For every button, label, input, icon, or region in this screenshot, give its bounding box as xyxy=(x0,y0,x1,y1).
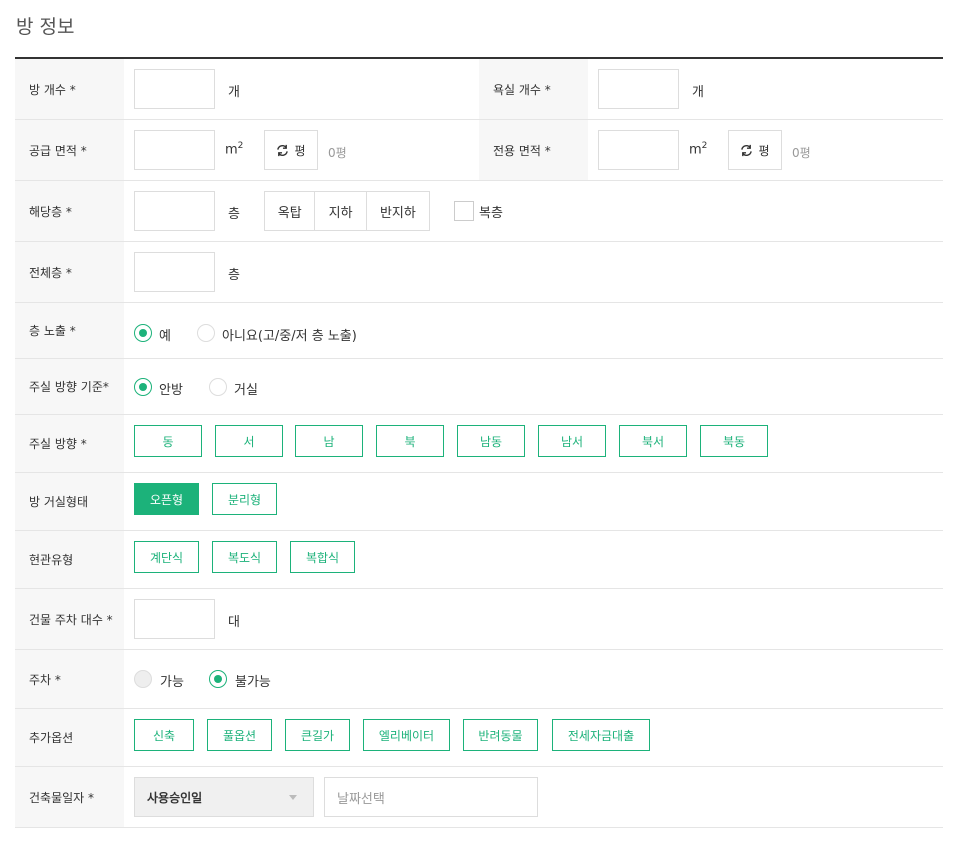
floor-exposure-label: 층 노출 * xyxy=(15,303,124,358)
floor-exposure-no-radio[interactable] xyxy=(197,324,215,342)
row-build-date: 건축물일자 * 사용승인일 날짜선택 xyxy=(15,767,943,828)
total-floors-unit: 층 xyxy=(228,268,240,283)
exclusive-area-pyeong: 0평 xyxy=(792,146,811,160)
direction-basis-living-radio[interactable] xyxy=(209,378,227,396)
direction-southwest-button[interactable]: 남서 xyxy=(538,425,606,457)
build-date-type-select[interactable]: 사용승인일 xyxy=(134,777,314,817)
row-total-floors: 전체층 * 층 xyxy=(15,242,943,303)
floor-exposure-yes-label: 예 xyxy=(159,329,171,344)
row-entrance-type: 현관유형 계단식 복도식 복합식 xyxy=(15,531,943,589)
floor-option-semi-basement[interactable]: 반지하 xyxy=(367,192,429,230)
direction-basis-living-label: 거실 xyxy=(234,383,258,398)
floor-type-segment: 옥탑 지하 반지하 xyxy=(264,191,430,231)
room-type-separate-button[interactable]: 분리형 xyxy=(212,483,277,515)
room-info-form: 방 정보 방 개수 * 개 욕실 개수 * 개 공급 면적 * m2 평 0평 … xyxy=(0,0,961,849)
direction-basis-master-label: 안방 xyxy=(159,383,183,398)
entrance-stair-button[interactable]: 계단식 xyxy=(134,541,199,573)
supply-area-unit: m2 xyxy=(225,141,244,158)
room-count-unit: 개 xyxy=(228,85,240,100)
direction-southeast-button[interactable]: 남동 xyxy=(457,425,525,457)
duplex-checkbox[interactable] xyxy=(454,201,474,221)
refresh-icon xyxy=(741,144,753,156)
entrance-type-label: 현관유형 xyxy=(15,531,124,588)
floor-exposure-no-label: 아니요(고/중/저 층 노출) xyxy=(222,329,357,344)
convert-label: 평 xyxy=(294,143,306,158)
row-room-type: 방 거실형태 오픈형 분리형 xyxy=(15,473,943,531)
entrance-corridor-button[interactable]: 복도식 xyxy=(212,541,277,573)
floor-unit: 층 xyxy=(228,207,240,222)
room-count-input[interactable] xyxy=(134,69,215,109)
direction-north-button[interactable]: 북 xyxy=(376,425,444,457)
row-parking: 주차 * 가능 불가능 xyxy=(15,650,943,709)
option-jeonse-loan-button[interactable]: 전세자금대출 xyxy=(552,719,650,751)
parking-label: 주차 * xyxy=(15,650,124,708)
direction-label: 주실 방향 * xyxy=(15,415,124,472)
supply-area-input[interactable] xyxy=(134,130,215,170)
floor-option-basement[interactable]: 지하 xyxy=(315,192,367,230)
build-date-label: 건축물일자 * xyxy=(15,767,124,827)
parking-count-label: 건물 주차 대수 * xyxy=(15,589,124,649)
floor-input[interactable] xyxy=(134,191,215,231)
row-floor-exposure: 층 노출 * 예 아니요(고/중/저 층 노출) xyxy=(15,303,943,359)
row-direction: 주실 방향 * 동 서 남 북 남동 남서 북서 북동 xyxy=(15,415,943,473)
floor-option-rooftop[interactable]: 옥탑 xyxy=(265,192,316,230)
supply-area-pyeong: 0평 xyxy=(328,146,347,160)
parking-count-input[interactable] xyxy=(134,599,215,639)
build-date-type-value: 사용승인일 xyxy=(147,790,203,805)
bath-count-input[interactable] xyxy=(598,69,679,109)
convert-label: 평 xyxy=(758,143,770,158)
option-main-road-button[interactable]: 큰길가 xyxy=(285,719,350,751)
parking-count-unit: 대 xyxy=(228,615,240,630)
floor-exposure-yes-radio[interactable] xyxy=(134,324,152,342)
floor-label: 해당층 * xyxy=(15,181,124,241)
supply-area-label: 공급 면적 * xyxy=(15,120,124,180)
parking-no-radio[interactable] xyxy=(209,670,227,688)
supply-area-convert-button[interactable]: 평 xyxy=(264,130,318,170)
parking-yes-label: 가능 xyxy=(160,675,184,690)
direction-south-button[interactable]: 남 xyxy=(295,425,363,457)
total-floors-input[interactable] xyxy=(134,252,215,292)
row-floor: 해당층 * 층 옥탑 지하 반지하 복층 xyxy=(15,181,943,242)
direction-basis-label: 주실 방향 기준* xyxy=(15,359,124,414)
build-date-input[interactable]: 날짜선택 xyxy=(324,777,538,817)
option-new-build-button[interactable]: 신축 xyxy=(134,719,194,751)
option-elevator-button[interactable]: 엘리베이터 xyxy=(363,719,450,751)
section-title: 방 정보 xyxy=(16,16,75,38)
room-type-open-button[interactable]: 오픈형 xyxy=(134,483,199,515)
option-pets-button[interactable]: 반려동물 xyxy=(463,719,538,751)
exclusive-area-input[interactable] xyxy=(598,130,679,170)
row-extra-options: 추가옵션 신축 풀옵션 큰길가 엘리베이터 반려동물 전세자금대출 xyxy=(15,709,943,767)
duplex-label: 복층 xyxy=(479,206,503,221)
direction-east-button[interactable]: 동 xyxy=(134,425,202,457)
row-room-count: 방 개수 * 개 욕실 개수 * 개 xyxy=(15,59,943,120)
direction-northwest-button[interactable]: 북서 xyxy=(619,425,687,457)
row-parking-count: 건물 주차 대수 * 대 xyxy=(15,589,943,650)
chevron-down-icon xyxy=(289,795,297,800)
option-full-option-button[interactable]: 풀옵션 xyxy=(207,719,272,751)
direction-northeast-button[interactable]: 북동 xyxy=(700,425,768,457)
row-area: 공급 면적 * m2 평 0평 전용 면적 * m2 평 0평 xyxy=(15,120,943,181)
exclusive-area-unit: m2 xyxy=(689,141,708,158)
row-direction-basis: 주실 방향 기준* 안방 거실 xyxy=(15,359,943,415)
exclusive-area-label: 전용 면적 * xyxy=(479,120,588,180)
direction-west-button[interactable]: 서 xyxy=(215,425,283,457)
exclusive-area-convert-button[interactable]: 평 xyxy=(728,130,782,170)
parking-yes-radio[interactable] xyxy=(134,670,152,688)
direction-basis-master-radio[interactable] xyxy=(134,378,152,396)
bath-count-label: 욕실 개수 * xyxy=(479,59,588,119)
entrance-mixed-button[interactable]: 복합식 xyxy=(290,541,355,573)
room-type-label: 방 거실형태 xyxy=(15,473,124,530)
total-floors-label: 전체층 * xyxy=(15,242,124,302)
parking-no-label: 불가능 xyxy=(235,675,271,690)
bath-count-unit: 개 xyxy=(692,85,704,100)
room-count-label: 방 개수 * xyxy=(15,59,124,119)
refresh-icon xyxy=(277,144,289,156)
extra-options-label: 추가옵션 xyxy=(15,709,124,766)
